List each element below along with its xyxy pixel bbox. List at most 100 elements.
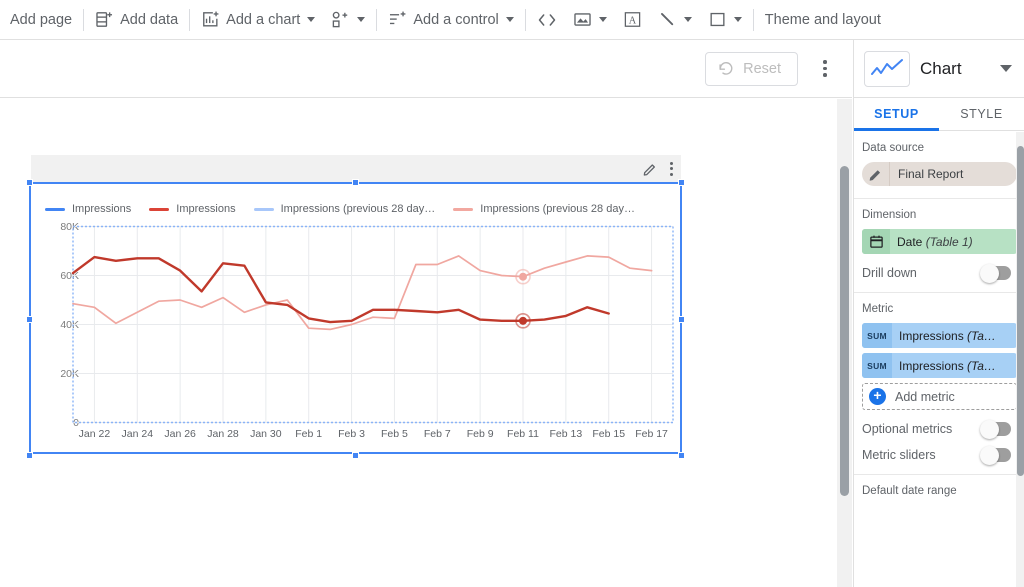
selection-handle-bottom-right[interactable] [678,452,685,459]
selection-handle-bottom-left[interactable] [26,452,33,459]
add-shapes-button[interactable] [323,0,373,40]
chevron-down-icon[interactable] [598,17,607,22]
add-page-label: Add page [10,11,73,28]
chevron-down-icon[interactable] [683,17,692,22]
dimension-section: Dimension Date (Table 1) Drill down [854,199,1024,293]
dimension-chip-name: Date [897,234,923,249]
text-box-icon: A [623,10,642,29]
data-source-section: Data source Final Report [854,132,1024,199]
properties-panel: Chart SETUP STYLE Data source Final Repo… [853,40,1024,587]
more-vert-icon [823,60,827,64]
chart-plot-area[interactable] [29,182,682,454]
selection-handle-top-right[interactable] [678,179,685,186]
code-icon [537,10,557,30]
add-data-button[interactable]: Add data [87,0,186,40]
line-button[interactable] [650,0,700,40]
chevron-down-icon[interactable] [1000,65,1012,72]
data-source-value: Final Report [898,167,964,181]
date-range-section: Default date range [854,475,1024,517]
properties-panel-tabs: SETUP STYLE [854,98,1024,131]
toolbar-divider [83,8,85,31]
toolbar-divider [189,8,191,31]
datastudio-report-editor: Add page Add data Add a chart Add a cont… [0,0,1024,587]
data-source-chip[interactable]: Final Report [862,162,1017,186]
chevron-down-icon[interactable] [733,17,742,22]
chart-hover-toolbar [31,155,681,182]
add-metric-label: Add metric [895,389,955,404]
dimension-chip-text: Date (Table 1) [890,235,973,249]
toolbar-divider [524,8,526,31]
optional-metrics-row: Optional metrics [862,419,1017,439]
properties-panel-scrollbar[interactable] [1016,132,1024,587]
default-date-range-label: Default date range [862,485,957,497]
canvas-scrollbar[interactable] [837,99,852,587]
tab-style[interactable]: STYLE [939,98,1024,130]
metric-label: Metric [862,303,894,315]
more-vert-icon [823,73,827,77]
selection-handle-top-center[interactable] [352,179,359,186]
dimension-chip[interactable]: Date (Table 1) [862,229,1017,254]
properties-panel-body[interactable]: Data source Final Report Dimension Date … [854,132,1024,587]
line-icon [658,10,677,29]
chart-series-line [71,255,610,324]
metric-chip-name: Impressions [899,358,968,373]
add-chart-button[interactable]: Add a chart [193,0,323,40]
drill-down-toggle[interactable] [980,263,1011,283]
data-point-marker[interactable] [519,272,527,281]
data-source-label: Data source [862,142,925,154]
chevron-down-icon[interactable] [505,17,514,22]
pencil-icon[interactable] [862,162,890,186]
dimension-label: Dimension [862,209,917,221]
metric-chip[interactable]: SUM Impressions (Ta… [862,353,1017,378]
more-vert-icon [823,66,827,71]
properties-panel-title: Chart [920,58,962,78]
pencil-icon[interactable] [642,161,658,177]
more-vert-icon [670,167,673,170]
embed-code-button[interactable] [529,0,565,40]
image-button[interactable] [565,0,615,40]
metric-chip-table: (Ta… [967,328,996,343]
selection-handle-middle-right[interactable] [678,316,685,323]
chart-more-options-button[interactable] [670,161,673,176]
report-action-bar: Reset [0,40,852,98]
properties-panel-scrollbar-thumb[interactable] [1017,146,1024,476]
data-point-marker[interactable] [519,316,527,325]
chevron-down-icon[interactable] [307,17,316,22]
rectangle-button[interactable] [700,0,750,40]
toolbar-divider [752,8,754,31]
add-data-icon [95,10,114,29]
metric-chip[interactable]: SUM Impressions (Ta… [862,323,1017,348]
toolbar-divider [376,8,378,31]
metric-chip-text: Impressions (Ta… [892,359,996,373]
more-options-button[interactable] [808,52,842,86]
drill-down-label: Drill down [862,266,917,280]
add-shapes-icon [331,10,350,29]
more-vert-icon [670,161,673,165]
reset-button[interactable]: Reset [705,51,798,86]
metric-sliders-toggle[interactable] [980,445,1011,465]
theme-and-layout-button[interactable]: Theme and layout [757,0,889,40]
add-metric-button[interactable]: + Add metric [862,383,1017,410]
optional-metrics-toggle[interactable] [980,419,1011,439]
text-box-button[interactable]: A [615,0,650,40]
tab-setup[interactable]: SETUP [854,98,939,131]
add-control-label: Add a control [413,11,499,28]
line-chart-icon[interactable] [864,50,910,87]
chevron-down-icon[interactable] [357,17,366,22]
add-page-button[interactable]: Add page [2,0,80,40]
image-icon [573,10,592,29]
add-control-button[interactable]: Add a control [380,0,521,40]
metric-sliders-label: Metric sliders [862,448,936,462]
plus-circle-icon: + [869,388,886,405]
theme-and-layout-label: Theme and layout [764,11,881,28]
add-chart-icon [201,10,220,29]
selection-handle-top-left[interactable] [26,179,33,186]
selection-handle-bottom-center[interactable] [352,452,359,459]
metric-aggregation-badge: SUM [862,353,892,378]
selection-handle-middle-left[interactable] [26,316,33,323]
metric-chip-text: Impressions (Ta… [892,329,996,343]
canvas-scrollbar-thumb[interactable] [840,166,849,496]
chart-series-line [72,255,653,331]
reset-label: Reset [743,60,781,77]
tab-style-label: STYLE [960,107,1003,121]
